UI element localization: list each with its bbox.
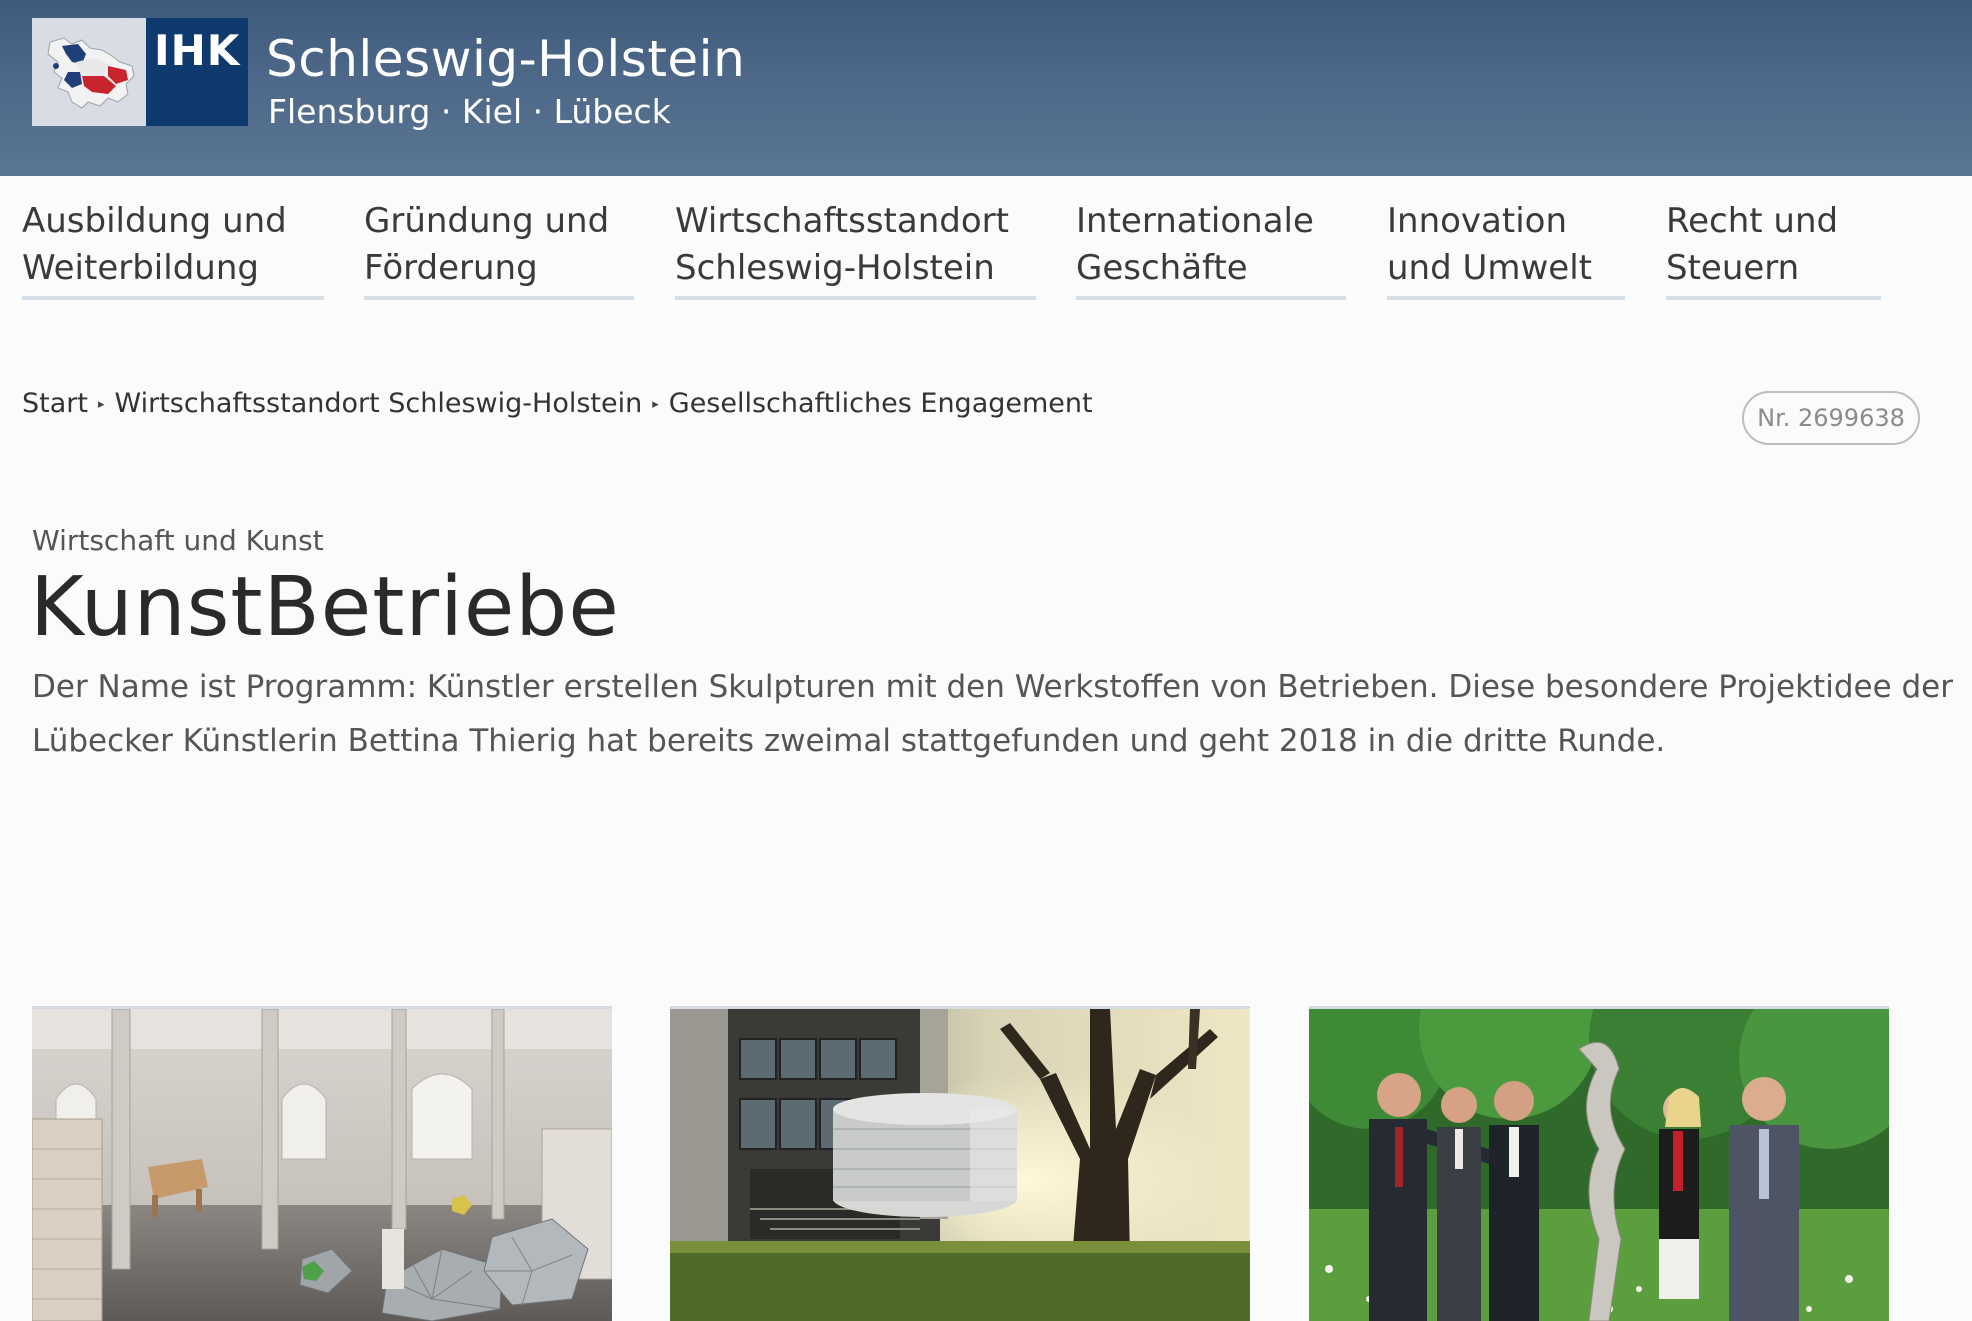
breadcrumb-wirtschaftsstandort[interactable]: Wirtschaftsstandort Schleswig-Holstein bbox=[115, 388, 643, 419]
nav-item-label: Geschäfte bbox=[1076, 248, 1248, 288]
breadcrumb-separator-icon: ▸ bbox=[652, 397, 659, 412]
nav-item-label: Ausbildung und bbox=[22, 201, 287, 241]
breadcrumb-separator-icon: ▸ bbox=[97, 397, 105, 412]
main-navigation: Ausbildung und Weiterbildung Gründung un… bbox=[0, 176, 1972, 316]
document-number-badge: Nr. 2699638 bbox=[1742, 391, 1920, 445]
nav-item-label: Wirtschaftsstandort bbox=[675, 201, 1009, 241]
page-title: KunstBetriebe bbox=[30, 560, 620, 655]
nav-item-label: Recht und bbox=[1666, 201, 1839, 241]
outdoor-sculpture-photo[interactable] bbox=[670, 1006, 1250, 1321]
nav-item-label: Schleswig-Holstein bbox=[675, 248, 995, 288]
nav-item-recht[interactable]: Recht und Steuern bbox=[1666, 198, 1881, 300]
nav-item-label: und Umwelt bbox=[1387, 248, 1592, 288]
nav-item-label: Steuern bbox=[1666, 248, 1800, 288]
breadcrumb-start[interactable]: Start bbox=[22, 388, 88, 419]
site-subtitle: Flensburg · Kiel · Lübeck bbox=[268, 92, 671, 131]
nav-item-label: Weiterbildung bbox=[22, 248, 259, 288]
schleswig-holstein-map-icon bbox=[32, 18, 146, 126]
nav-item-internationale[interactable]: Internationale Geschäfte bbox=[1076, 198, 1346, 300]
ihk-logo[interactable]: IHK bbox=[32, 18, 248, 126]
nav-item-label: Förderung bbox=[364, 248, 538, 288]
nav-item-wirtschaftsstandort[interactable]: Wirtschaftsstandort Schleswig-Holstein bbox=[675, 198, 1036, 300]
nav-item-innovation[interactable]: Innovation und Umwelt bbox=[1387, 198, 1625, 300]
exhibition-hall-photo[interactable] bbox=[32, 1006, 612, 1321]
lead-line: Lübecker Künstlerin Bettina Thierig hat … bbox=[32, 723, 1666, 759]
breadcrumb: Start ▸ Wirtschaftsstandort Schleswig-Hols… bbox=[22, 388, 1093, 419]
breadcrumb-engagement[interactable]: Gesellschaftliches Engagement bbox=[669, 388, 1093, 419]
article-lead: Der Name ist Programm: Künstler erstelle… bbox=[32, 660, 1954, 768]
site-header: IHK Schleswig-Holstein Flensburg · Kiel … bbox=[0, 0, 1972, 176]
group-with-sculpture-photo[interactable] bbox=[1309, 1006, 1889, 1321]
nav-item-label: Gründung und bbox=[364, 201, 610, 241]
nav-item-label: Internationale bbox=[1076, 201, 1314, 241]
article-kicker: Wirtschaft und Kunst bbox=[32, 524, 324, 557]
nav-item-gruendung[interactable]: Gründung und Förderung bbox=[364, 198, 634, 300]
nav-item-ausbildung[interactable]: Ausbildung und Weiterbildung bbox=[22, 198, 324, 300]
site-title: Schleswig-Holstein bbox=[266, 30, 746, 88]
nav-item-label: Innovation bbox=[1387, 201, 1568, 241]
logo-text: IHK bbox=[154, 26, 241, 75]
lead-line: Der Name ist Programm: Künstler erstelle… bbox=[32, 669, 1954, 705]
